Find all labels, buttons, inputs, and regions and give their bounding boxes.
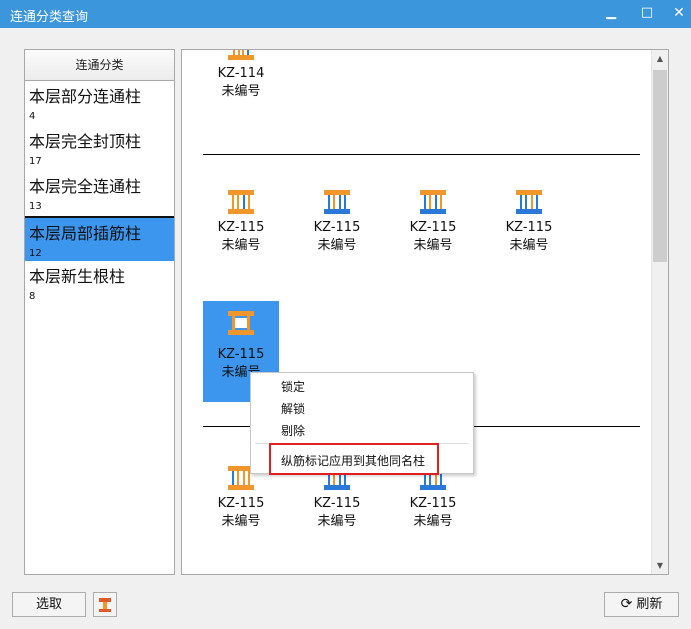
column-grid: KZ-114 未编号 KZ-115 未编号 KZ-115 未编号 KZ-115 …	[181, 49, 669, 575]
highlight-box	[269, 443, 439, 475]
column-item[interactable]: KZ-115 未编号	[395, 188, 471, 286]
context-menu: 锁定 解锁 剔除 纵筋标记应用到其他同名柱	[250, 372, 474, 475]
category-item-fully-connected[interactable]: 本层完全连通柱 13	[25, 171, 174, 216]
window-title: 连通分类查询	[10, 10, 89, 25]
column-status: 未编号	[221, 514, 261, 529]
scroll-up-icon[interactable]: ▲	[652, 50, 668, 67]
scroll-thumb[interactable]	[653, 70, 667, 262]
column-code: KZ-114	[217, 66, 265, 81]
column-item[interactable]: KZ-115 未编号	[299, 188, 375, 286]
group-divider	[203, 154, 640, 155]
category-item-partial-connected[interactable]: 本层部分连通柱 4	[25, 81, 174, 126]
scroll-down-icon[interactable]: ▼	[652, 557, 668, 574]
column-item[interactable]: KZ-115 未编号	[299, 464, 375, 562]
category-list: 连通分类 本层部分连通柱 4 本层完全封顶柱 17 本层完全连通柱 13 本层局…	[24, 49, 175, 575]
column-item[interactable]: KZ-115 未编号	[491, 188, 567, 286]
column-item[interactable]: KZ-115 未编号	[203, 188, 279, 286]
column-icon	[228, 50, 254, 60]
column-item[interactable]: KZ-115 未编号	[395, 464, 471, 562]
category-count: 12	[29, 248, 42, 259]
column-tool-button[interactable]	[93, 592, 117, 617]
column-icon	[516, 190, 542, 214]
category-count: 17	[29, 156, 42, 167]
column-status: 未编号	[317, 238, 357, 253]
maximize-button[interactable]: □	[632, 0, 662, 28]
column-icon	[228, 190, 254, 214]
title-bar: 连通分类查询 ▁ □ ✕	[0, 0, 691, 28]
category-count: 4	[29, 111, 36, 122]
column-status: 未编号	[221, 238, 261, 253]
close-button[interactable]: ✕	[664, 0, 691, 28]
menu-item-exclude[interactable]: 剔除	[281, 423, 305, 439]
menu-item-unlock[interactable]: 解锁	[281, 401, 305, 417]
category-name: 本层局部插筋柱	[29, 224, 142, 243]
column-code: KZ-115	[409, 220, 457, 235]
category-item-local-dowel[interactable]: 本层局部插筋柱 12	[25, 216, 174, 261]
column-status: 未编号	[509, 238, 549, 253]
category-count: 13	[29, 201, 42, 212]
category-name: 本层新生根柱	[29, 267, 126, 286]
column-item[interactable]: KZ-114 未编号	[203, 50, 279, 132]
select-button[interactable]: 选取	[12, 592, 86, 617]
column-item[interactable]: KZ-115 未编号	[203, 464, 279, 562]
column-code: KZ-115	[217, 347, 265, 362]
menu-item-lock[interactable]: 锁定	[281, 379, 305, 395]
category-list-header: 连通分类	[25, 50, 174, 81]
column-code: KZ-115	[217, 496, 265, 511]
refresh-label: 刷新	[636, 597, 663, 612]
column-code: KZ-115	[217, 220, 265, 235]
category-count: 8	[29, 291, 36, 302]
refresh-icon: ⟳	[620, 596, 633, 612]
category-item-fully-capped[interactable]: 本层完全封顶柱 17	[25, 126, 174, 171]
column-status: 未编号	[221, 84, 261, 99]
column-icon	[228, 311, 254, 335]
category-name: 本层部分连通柱	[29, 87, 142, 106]
column-code: KZ-115	[409, 496, 457, 511]
column-marker-icon	[99, 598, 111, 612]
category-name: 本层完全连通柱	[29, 177, 142, 196]
column-icon	[324, 190, 350, 214]
column-code: KZ-115	[505, 220, 553, 235]
category-item-new-root[interactable]: 本层新生根柱 8	[25, 261, 174, 306]
column-status: 未编号	[413, 514, 453, 529]
column-icon	[420, 190, 446, 214]
column-code: KZ-115	[313, 496, 361, 511]
column-code: KZ-115	[313, 220, 361, 235]
category-name: 本层完全封顶柱	[29, 132, 142, 151]
column-status: 未编号	[317, 514, 357, 529]
refresh-button[interactable]: ⟳ 刷新	[604, 592, 679, 617]
column-status: 未编号	[413, 238, 453, 253]
minimize-button[interactable]: ▁	[596, 0, 626, 28]
vertical-scrollbar[interactable]: ▲ ▼	[651, 50, 668, 574]
